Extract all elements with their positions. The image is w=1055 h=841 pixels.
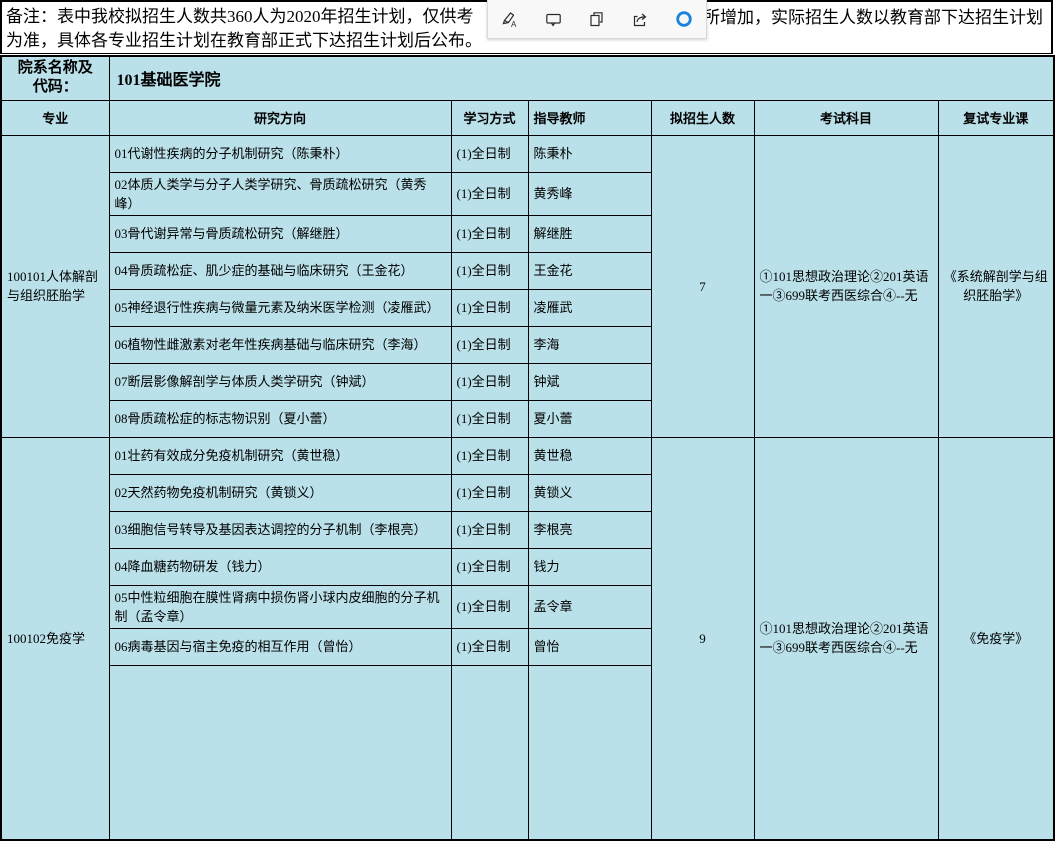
mode-cell: (1)全日制 [451, 363, 528, 400]
admissions-table: 院系名称及 代码： 101基础医学院 专业 研究方向 学习方式 指导教师 拟招生… [0, 55, 1055, 841]
add-note-icon [544, 10, 563, 29]
quota-cell: 7 [651, 135, 754, 437]
column-header-quota: 拟招生人数 [651, 100, 754, 135]
direction-cell: 07断层影像解剖学与体质人类学研究（钟斌） [109, 363, 451, 400]
share-icon [631, 10, 650, 29]
mode-cell: (1)全日制 [451, 172, 528, 215]
major-cell: 100102免疫学 [1, 437, 109, 840]
column-header-teacher: 指导教师 [528, 100, 651, 135]
teacher-cell: 黄世稳 [528, 437, 651, 474]
exam-subjects-cell: ①101思想政治理论②201英语一③699联考西医综合④--无 [754, 135, 938, 437]
copy-icon [587, 10, 606, 29]
teacher-cell: 黄秀峰 [528, 172, 651, 215]
teacher-cell: 解继胜 [528, 215, 651, 252]
direction-cell: 08骨质疏松症的标志物识别（夏小蕾） [109, 400, 451, 437]
mode-cell: (1)全日制 [451, 474, 528, 511]
continuation-cell [109, 665, 451, 840]
department-row: 院系名称及 代码： 101基础医学院 [1, 56, 1054, 100]
direction-cell: 03细胞信号转导及基因表达调控的分子机制（李根亮） [109, 511, 451, 548]
column-header-exam: 考试科目 [754, 100, 938, 135]
major-cell: 100101人体解剖与组织胚胎学 [1, 135, 109, 437]
mode-cell: (1)全日制 [451, 289, 528, 326]
direction-cell: 01壮药有效成分免疫机制研究（黄世稳） [109, 437, 451, 474]
direction-cell: 06植物性雌激素对老年性疾病基础与临床研究（李海） [109, 326, 451, 363]
table-row: 100101人体解剖与组织胚胎学01代谢性疾病的分子机制研究（陈秉朴）(1)全日… [1, 135, 1054, 172]
teacher-cell: 钱力 [528, 548, 651, 585]
retest-course-cell: 《系统解剖学与组织胚胎学》 [938, 135, 1054, 437]
column-header-mode: 学习方式 [451, 100, 528, 135]
quota-cell: 9 [651, 437, 754, 840]
mode-cell: (1)全日制 [451, 326, 528, 363]
ask-cortana-button[interactable] [668, 4, 700, 34]
mode-cell: (1)全日制 [451, 548, 528, 585]
retest-course-cell: 《免疫学》 [938, 437, 1054, 840]
selection-mini-toolbar: A [487, 0, 707, 39]
direction-cell: 02体质人类学与分子人类学研究、骨质疏松研究（黄秀峰） [109, 172, 451, 215]
share-button[interactable] [625, 4, 657, 34]
table-row: 100102免疫学01壮药有效成分免疫机制研究（黄世稳）(1)全日制黄世稳9①1… [1, 437, 1054, 474]
highlight-icon: A [500, 10, 519, 29]
column-header-direction: 研究方向 [109, 100, 451, 135]
teacher-cell: 李根亮 [528, 511, 651, 548]
teacher-cell: 李海 [528, 326, 651, 363]
mode-cell: (1)全日制 [451, 437, 528, 474]
mode-cell: (1)全日制 [451, 252, 528, 289]
mode-cell: (1)全日制 [451, 628, 528, 665]
mode-cell: (1)全日制 [451, 215, 528, 252]
department-name: 101基础医学院 [109, 56, 1054, 100]
note-line1-left: 备注：表中我校拟招生人数共360人为2020年招生计划，仅供考 [6, 7, 474, 26]
direction-cell: 02天然药物免疫机制研究（黄锁义） [109, 474, 451, 511]
highlight-button[interactable]: A [494, 4, 526, 34]
direction-cell: 03骨代谢异常与骨质疏松研究（解继胜） [109, 215, 451, 252]
exam-subjects-cell: ①101思想政治理论②201英语一③699联考西医综合④--无 [754, 437, 938, 840]
direction-cell: 06病毒基因与宿主免疫的相互作用（曾怡） [109, 628, 451, 665]
mode-cell: (1)全日制 [451, 400, 528, 437]
direction-cell: 01代谢性疾病的分子机制研究（陈秉朴） [109, 135, 451, 172]
direction-cell: 05神经退行性疾病与微量元素及纳米医学检测（凌雁武） [109, 289, 451, 326]
table-body: 100101人体解剖与组织胚胎学01代谢性疾病的分子机制研究（陈秉朴）(1)全日… [1, 135, 1054, 840]
column-header-major: 专业 [1, 100, 109, 135]
direction-cell: 05中性粒细胞在膜性肾病中损伤肾小球内皮细胞的分子机制（孟令章） [109, 585, 451, 628]
teacher-cell: 陈秉朴 [528, 135, 651, 172]
teacher-cell: 黄锁义 [528, 474, 651, 511]
add-note-button[interactable] [537, 4, 569, 34]
teacher-cell: 孟令章 [528, 585, 651, 628]
teacher-cell: 曾怡 [528, 628, 651, 665]
mode-cell: (1)全日制 [451, 135, 528, 172]
continuation-cell [451, 665, 528, 840]
direction-cell: 04降血糖药物研发（钱力） [109, 548, 451, 585]
note-line1-right: 所增加，实际招生人数以教育部下达招生计划 [703, 6, 1043, 30]
continuation-cell [528, 665, 651, 840]
ask-cortana-icon [674, 9, 694, 29]
teacher-cell: 凌雁武 [528, 289, 651, 326]
teacher-cell: 夏小蕾 [528, 400, 651, 437]
teacher-cell: 王金花 [528, 252, 651, 289]
copy-button[interactable] [581, 4, 613, 34]
column-header-retest: 复试专业课 [938, 100, 1054, 135]
direction-cell: 04骨质疏松症、肌少症的基础与临床研究（王金花） [109, 252, 451, 289]
teacher-cell: 钟斌 [528, 363, 651, 400]
mode-cell: (1)全日制 [451, 511, 528, 548]
column-header-row: 专业 研究方向 学习方式 指导教师 拟招生人数 考试科目 复试专业课 [1, 100, 1054, 135]
mode-cell: (1)全日制 [451, 585, 528, 628]
department-label: 院系名称及 代码： [1, 56, 109, 100]
svg-text:A: A [511, 20, 517, 29]
